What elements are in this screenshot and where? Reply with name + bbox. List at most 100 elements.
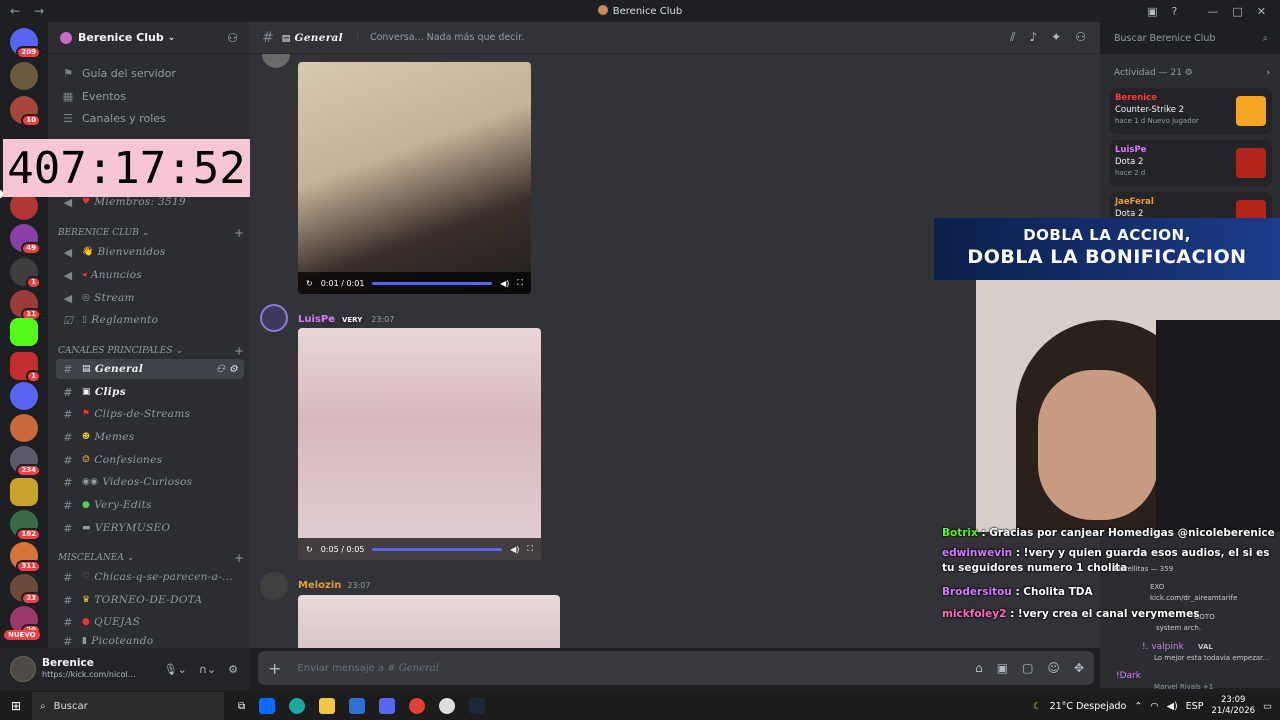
- add-channel-icon[interactable]: +: [234, 344, 244, 358]
- fullscreen-icon[interactable]: ⛶: [517, 278, 523, 288]
- windows-start-icon[interactable]: ⊞: [0, 699, 32, 713]
- emoji-icon[interactable]: ☺: [1047, 661, 1060, 675]
- server-item[interactable]: [10, 318, 38, 346]
- edge-icon[interactable]: [289, 698, 306, 714]
- close-icon[interactable]: ✕: [1257, 5, 1266, 18]
- replay-icon[interactable]: ↻: [306, 279, 313, 288]
- server-item[interactable]: 1: [10, 352, 41, 383]
- pin-icon[interactable]: ✦: [1051, 30, 1061, 45]
- weather-label[interactable]: 21°C Despejado: [1050, 701, 1127, 712]
- server-item[interactable]: 49: [10, 224, 41, 255]
- obs-icon[interactable]: [439, 698, 456, 714]
- store-icon[interactable]: [349, 698, 366, 714]
- server-item[interactable]: 234: [10, 446, 41, 477]
- replay-icon[interactable]: ↻: [306, 545, 313, 554]
- avatar[interactable]: [260, 304, 288, 332]
- category-canales-principales[interactable]: CANALES PRINCIPALES ⌄ +: [58, 344, 244, 358]
- maximize-icon[interactable]: □: [1232, 5, 1242, 18]
- category-berenice-club[interactable]: BERENICE CLUB ⌄ +: [58, 226, 244, 240]
- channel-quejas[interactable]: # ● QUEJAS: [56, 612, 244, 632]
- message-author[interactable]: LuisPe VERY 23:07: [298, 314, 394, 325]
- add-channel-icon[interactable]: +: [234, 551, 244, 565]
- threads-icon[interactable]: ⫽: [1010, 30, 1015, 45]
- channel-anuncios[interactable]: ◀ ◂ Anuncios: [56, 265, 244, 285]
- home-icon[interactable]: 209: [10, 28, 41, 59]
- channels-roles[interactable]: ☰ Canales y roles: [56, 108, 244, 128]
- channel-videos-curiosos[interactable]: # ◉◉ Videos-Curiosos: [56, 472, 244, 492]
- volume-icon[interactable]: ◀): [1167, 701, 1178, 712]
- server-item[interactable]: [10, 62, 38, 90]
- activity-card[interactable]: Berenice Counter-Strike 2 hace 1 d Nuevo…: [1110, 88, 1272, 134]
- volume-icon[interactable]: ◀): [510, 545, 519, 554]
- server-item[interactable]: 11: [10, 290, 41, 321]
- minimize-icon[interactable]: —: [1207, 5, 1218, 18]
- server-item[interactable]: [10, 478, 38, 506]
- channel-clips[interactable]: # ▣ Clips: [56, 382, 244, 402]
- server-item[interactable]: 23: [10, 574, 41, 605]
- gif-icon[interactable]: ▣: [997, 661, 1008, 675]
- video-attachment[interactable]: [298, 595, 560, 648]
- file-explorer-icon[interactable]: [319, 698, 336, 714]
- microphone-icon[interactable]: 🎙⌄: [164, 663, 187, 676]
- channel-bienvenidos[interactable]: ◀ 👋 Bienvenidos: [56, 242, 244, 262]
- gift-icon[interactable]: ⌂: [975, 661, 983, 675]
- events[interactable]: ▦ Eventos: [56, 86, 244, 106]
- activity-card[interactable]: LuisPe Dota 2 hace 2 d: [1110, 140, 1272, 186]
- channel-picoteando[interactable]: # ▮ Picoteando: [56, 634, 244, 648]
- channel-clips-de-streams[interactable]: # ⚑ Clips-de-Streams: [56, 404, 244, 424]
- wifi-icon[interactable]: ◠: [1150, 701, 1158, 712]
- server-item[interactable]: [10, 382, 38, 410]
- video-attachment[interactable]: ↻ 0:05 / 0:05 ◀) ⛶: [298, 328, 541, 560]
- notifications-icon[interactable]: ▭: [1263, 701, 1272, 712]
- clock[interactable]: 23:09 21/4/2026: [1211, 695, 1255, 717]
- channel-confesiones[interactable]: # ☺ Confesiones: [56, 450, 244, 470]
- server-item[interactable]: 311: [10, 542, 41, 573]
- taskbar-search[interactable]: ⌕ Buscar: [32, 692, 224, 720]
- server-header[interactable]: Berenice Club ⌄ ⚇: [48, 22, 250, 54]
- task-view-icon[interactable]: ⧉: [238, 701, 245, 712]
- language-indicator[interactable]: ESP: [1186, 701, 1204, 712]
- server-item[interactable]: 1: [10, 258, 41, 289]
- search-input[interactable]: Buscar Berenice Club ⌕: [1108, 27, 1274, 49]
- chevron-right-icon[interactable]: ›: [1266, 68, 1270, 78]
- server-guide[interactable]: ⚑ Guía del servidor: [56, 63, 244, 83]
- bell-icon[interactable]: ♪: [1030, 30, 1038, 45]
- channel-stream[interactable]: ◀ ◎ Stream: [56, 288, 244, 308]
- avatar[interactable]: [262, 54, 290, 68]
- invite-icon[interactable]: ⚇: [227, 31, 238, 45]
- sticker-icon[interactable]: ▢: [1022, 661, 1033, 675]
- message-author[interactable]: Melozin 23:07: [298, 580, 370, 591]
- fullscreen-icon[interactable]: ⛶: [527, 544, 533, 554]
- channel-general[interactable]: # ▤ General ⚇ ⚙: [56, 359, 244, 379]
- channel-memes[interactable]: # ☻ Memes: [56, 427, 244, 447]
- category-miscelanea[interactable]: MISCELANEA ⌄ +: [58, 551, 244, 565]
- back-arrow-icon[interactable]: ←: [10, 4, 20, 18]
- channel-torneo-de-dota[interactable]: # ♛ TORNEO-DE-DOTA: [56, 590, 244, 610]
- server-item[interactable]: 10: [10, 96, 41, 127]
- apps-icon[interactable]: ✥: [1074, 661, 1084, 675]
- user-info[interactable]: Berenice https://kick.com/nicole...: [42, 657, 138, 681]
- video-attachment[interactable]: ↻ 0:01 / 0:01 ◀) ⛶: [298, 62, 531, 294]
- steam-icon[interactable]: [469, 698, 486, 714]
- settings-icon[interactable]: ⚇ ⚙: [216, 364, 238, 375]
- members-icon[interactable]: ⚇: [1075, 30, 1086, 45]
- channel-chicas[interactable]: # ♡ Chicas-q-se-parecen-a-...: [56, 567, 244, 587]
- chrome-icon[interactable]: [409, 698, 426, 714]
- add-attachment-icon[interactable]: +: [268, 659, 281, 678]
- tray-chevron-icon[interactable]: ⌃: [1134, 701, 1142, 712]
- video-progress[interactable]: [372, 281, 493, 285]
- add-channel-icon[interactable]: +: [234, 226, 244, 240]
- gear-icon[interactable]: ⚙: [228, 663, 238, 676]
- channel-reglamento[interactable]: ☑ ▯ Reglamento: [56, 310, 244, 330]
- channel-verymuseo[interactable]: # ▬ VERYMUSEO: [56, 518, 244, 538]
- forward-arrow-icon[interactable]: →: [34, 4, 44, 18]
- help-icon[interactable]: ?: [1172, 5, 1178, 18]
- message-composer[interactable]: + Enviar mensaje a # General ⌂ ▣ ▢ ☺ ✥: [258, 651, 1094, 685]
- video-progress[interactable]: [372, 547, 503, 551]
- outlook-icon[interactable]: [259, 698, 276, 714]
- server-item[interactable]: 182: [10, 510, 41, 541]
- gear-icon[interactable]: ⚙: [1185, 68, 1193, 78]
- channel-topic[interactable]: Conversa... Nada más que decir.: [356, 32, 524, 43]
- discord-icon[interactable]: [379, 698, 396, 714]
- inbox-icon[interactable]: ▣: [1147, 5, 1157, 18]
